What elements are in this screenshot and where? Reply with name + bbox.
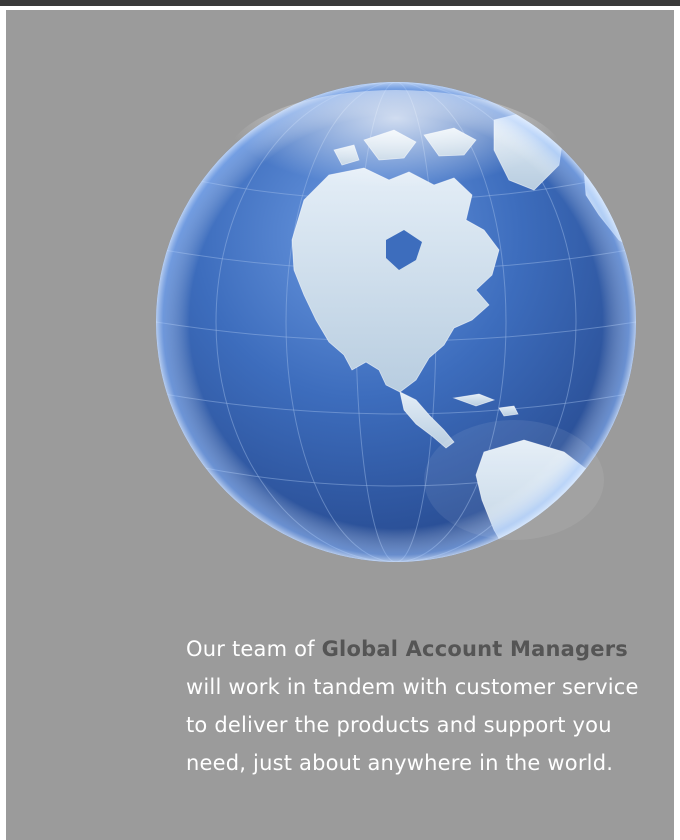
intro-blurb: Our team of Global Account Managers will…: [186, 630, 646, 782]
blurb-highlight: Global Account Managers: [321, 637, 628, 661]
blurb-lead: Our team of: [186, 637, 322, 661]
page: Our team of Global Account Managers will…: [0, 0, 680, 840]
content-panel: Our team of Global Account Managers will…: [6, 10, 674, 840]
globe-icon: [154, 80, 638, 564]
blurb-rest: will work in tandem with customer servic…: [186, 675, 639, 775]
